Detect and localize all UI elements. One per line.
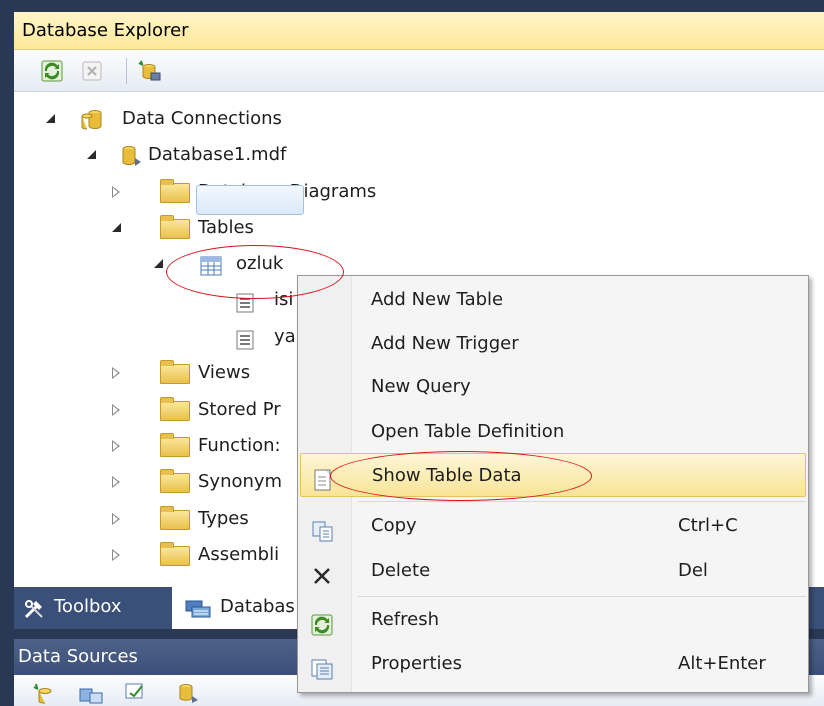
menu-item-label: Refresh <box>371 609 439 630</box>
menu-item-shortcut: Alt+Enter <box>678 653 766 674</box>
tree-node-column[interactable]: isi <box>14 283 314 317</box>
menu-item-add-new-table[interactable]: Add New Table <box>298 278 808 322</box>
tree-node-column[interactable]: ya <box>14 320 314 354</box>
tree-label: ozluk <box>236 253 284 274</box>
menu-item-copy[interactable]: Copy Ctrl+C <box>298 504 808 548</box>
properties-icon <box>311 653 335 680</box>
tree-node-views[interactable]: Views <box>14 356 314 390</box>
menu-item-label: Add New Table <box>371 289 504 310</box>
menu-item-label: Delete <box>371 560 431 581</box>
tree-label: Views <box>198 362 251 383</box>
tab-label: Databas <box>220 596 295 617</box>
folder-icon <box>160 542 190 566</box>
tree-node-stored-procedures[interactable]: Stored Pr <box>14 393 314 427</box>
menu-item-shortcut: Del <box>678 560 708 581</box>
tree-label: Function: <box>198 435 281 456</box>
menu-item-open-table-definition[interactable]: Open Table Definition <box>298 410 808 454</box>
tree-node-synonyms[interactable]: Synonym <box>14 465 314 499</box>
collapsed-arrow-icon[interactable] <box>112 513 120 525</box>
stop-icon[interactable] <box>80 59 104 83</box>
selected-table-highlight <box>196 185 304 215</box>
collapsed-arrow-icon[interactable] <box>112 549 120 561</box>
database-explorer-icon <box>184 596 212 636</box>
configure-dataset-icon[interactable] <box>124 681 150 706</box>
folder-icon <box>160 433 190 457</box>
tree-label: Tables <box>198 217 254 238</box>
tree-label: Stored Pr <box>198 399 281 420</box>
folder-icon <box>160 360 190 384</box>
menu-item-new-query[interactable]: New Query <box>298 365 808 409</box>
expanded-arrow-icon[interactable] <box>87 150 96 159</box>
menu-item-label: Show Table Data <box>372 465 522 486</box>
tree-label: Data Connections <box>122 108 282 129</box>
menu-item-label: New Query <box>371 376 471 397</box>
collapsed-arrow-icon[interactable] <box>112 367 120 379</box>
panel-title: Database Explorer <box>14 12 824 50</box>
tree-label: Database1.mdf <box>148 144 287 165</box>
folder-icon <box>160 506 190 530</box>
menu-item-label: Copy <box>371 515 417 536</box>
folder-icon <box>160 469 190 493</box>
copy-icon <box>311 515 335 542</box>
tree-node-database[interactable]: Database1.mdf <box>14 138 414 172</box>
tab-label: Toolbox <box>54 596 122 617</box>
tree-label: Synonym <box>198 471 283 492</box>
tree-label: isi <box>274 289 294 310</box>
menu-item-refresh[interactable]: Refresh <box>298 598 808 642</box>
tree-node-table-ozluk[interactable]: ozluk <box>14 247 314 281</box>
expanded-arrow-icon[interactable] <box>46 114 55 123</box>
menu-item-label: Open Table Definition <box>371 421 565 442</box>
show-table-data-icon <box>312 465 336 491</box>
menu-separator <box>358 501 806 502</box>
menu-item-label: Add New Trigger <box>371 333 519 354</box>
tree-node-functions[interactable]: Function: <box>14 429 314 463</box>
explorer-toolbar <box>14 50 824 92</box>
toolbar-separator <box>126 58 127 84</box>
menu-item-delete[interactable]: Delete Del <box>298 549 808 593</box>
edit-dataset-icon[interactable] <box>78 683 104 706</box>
add-data-source-icon[interactable] <box>32 683 56 706</box>
refresh-icon[interactable] <box>40 59 64 83</box>
tree-label: ya <box>274 326 296 347</box>
tree-node-tables[interactable]: Tables <box>14 211 314 245</box>
toolbox-icon <box>22 596 48 636</box>
collapsed-arrow-icon[interactable] <box>112 186 120 198</box>
tree-node-data-connections[interactable]: Data Connections <box>14 102 414 136</box>
tree-node-assemblies[interactable]: Assembli <box>14 538 314 572</box>
context-menu: Add New Table Add New Trigger New Query … <box>297 275 809 693</box>
expanded-arrow-icon[interactable] <box>154 259 163 268</box>
folder-icon <box>160 215 190 239</box>
menu-separator <box>358 596 806 597</box>
collapsed-arrow-icon[interactable] <box>112 440 120 452</box>
tree-label: Types <box>198 508 249 529</box>
tree-node-types[interactable]: Types <box>14 502 314 536</box>
menu-item-show-table-data[interactable]: Show Table Data <box>300 453 806 497</box>
collapsed-arrow-icon[interactable] <box>112 476 120 488</box>
menu-item-label: Properties <box>371 653 462 674</box>
refresh-data-sources-icon[interactable] <box>176 681 200 706</box>
tree-label: Assembli <box>198 544 280 565</box>
tab-toolbox[interactable]: Toolbox <box>14 587 170 629</box>
menu-item-add-new-trigger[interactable]: Add New Trigger <box>298 322 808 366</box>
menu-item-shortcut: Ctrl+C <box>678 515 738 536</box>
expanded-arrow-icon[interactable] <box>112 223 121 232</box>
delete-icon <box>311 560 335 584</box>
collapsed-arrow-icon[interactable] <box>112 404 120 416</box>
folder-icon <box>160 397 190 421</box>
refresh-icon <box>311 609 335 636</box>
connect-to-database-icon[interactable] <box>136 59 161 83</box>
menu-item-properties[interactable]: Properties Alt+Enter <box>298 642 808 686</box>
folder-icon <box>160 179 190 203</box>
